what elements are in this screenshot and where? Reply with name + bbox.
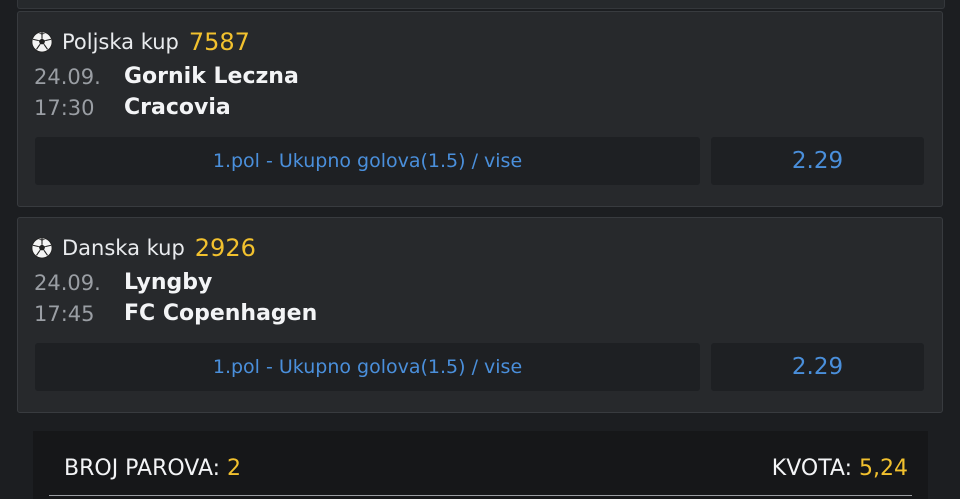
home-team: Lyngby [124, 270, 213, 295]
match-code: 7587 [188, 28, 250, 56]
bet-selection-button[interactable]: 1.pol - Ukupno golova(1.5) / vise [35, 343, 700, 391]
match-date: 24.09. [34, 64, 101, 89]
match-away-row: 17:30 Cracovia [34, 95, 231, 120]
home-team: Gornik Leczna [124, 64, 299, 89]
odds-value: 5,24 [859, 456, 908, 481]
pairs-label: BROJ PAROVA: [64, 456, 221, 481]
ticket-summary: BROJ PAROVA: 2 KVOTA: 5,24 [33, 431, 928, 499]
match-time: 17:30 [34, 95, 95, 120]
match-header: Danska kup 2926 [31, 233, 256, 263]
match-header: Poljska kup 7587 [31, 27, 250, 57]
match-home-row: 24.09. Gornik Leczna [34, 64, 299, 89]
divider [49, 495, 912, 496]
total-odds: KVOTA: 5,24 [772, 456, 908, 481]
league-name: Danska kup [62, 236, 185, 260]
soccer-ball-icon [31, 31, 53, 53]
match-away-row: 17:45 FC Copenhagen [34, 301, 317, 326]
match-time: 17:45 [34, 301, 95, 326]
match-date: 24.09. [34, 270, 101, 295]
league-name: Poljska kup [62, 30, 179, 54]
bet-selection-button[interactable]: 1.pol - Ukupno golova(1.5) / vise [35, 137, 700, 185]
ticket-screen: Poljska kup 7587 24.09. Gornik Leczna 17… [0, 0, 960, 499]
soccer-ball-icon [31, 237, 53, 259]
pairs-value: 2 [227, 456, 242, 481]
odds-button[interactable]: 2.29 [711, 137, 924, 185]
match-home-row: 24.09. Lyngby [34, 270, 212, 295]
match-card: Poljska kup 7587 24.09. Gornik Leczna 17… [17, 11, 943, 207]
match-card: Danska kup 2926 24.09. Lyngby 17:45 FC C… [17, 217, 943, 413]
odds-button[interactable]: 2.29 [711, 343, 924, 391]
odds-label: KVOTA: [771, 456, 853, 481]
away-team: FC Copenhagen [124, 301, 318, 326]
away-team: Cracovia [124, 95, 231, 120]
previous-card-edge [17, 0, 945, 9]
pairs-count: BROJ PAROVA: 2 [64, 456, 241, 481]
match-code: 2926 [194, 234, 256, 262]
